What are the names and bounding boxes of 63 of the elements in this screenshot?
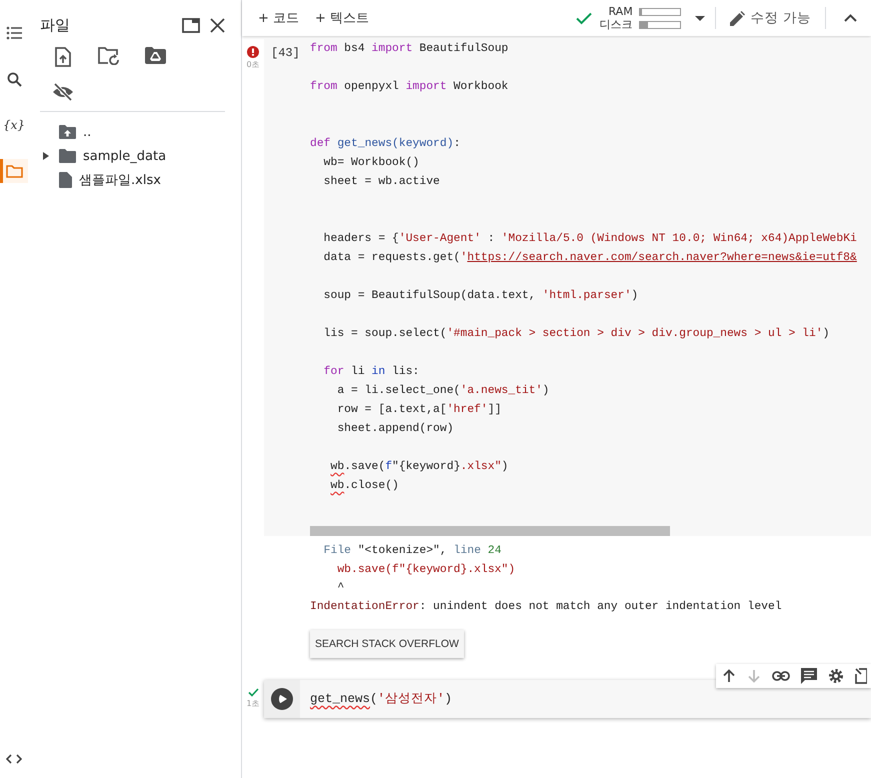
- code-line: from bs4 import BeautifulSoup: [310, 42, 510, 57]
- folder-up-icon: [59, 125, 76, 139]
- dropdown-caret-icon[interactable]: [694, 16, 705, 20]
- output-line: File "<tokenize>", line 24: [322, 544, 502, 559]
- variables-label: {x}: [2, 118, 26, 132]
- eye-off-icon[interactable]: [52, 83, 74, 101]
- table-of-contents-icon[interactable]: [6, 26, 22, 40]
- code-line: from openpyxl import Workbook: [310, 80, 510, 95]
- code-line: wb.close(): [330, 478, 400, 494]
- code-icon[interactable]: [6, 754, 22, 764]
- pencil-icon: [730, 10, 745, 26]
- file-name[interactable]: sample_data: [83, 148, 166, 164]
- code-line: soup = BeautifulSoup(data.text, 'html.parser'): [322, 288, 640, 304]
- folder-icon: [59, 149, 76, 163]
- panel-title: 파일: [40, 16, 71, 35]
- caret-icon[interactable]: [43, 152, 49, 160]
- ram-meter: [638, 8, 681, 16]
- drive-folder-icon[interactable]: [144, 47, 166, 64]
- execution-time: 0초: [246, 59, 260, 70]
- execution-time: 1초: [246, 698, 260, 709]
- disk-meter: [638, 20, 681, 28]
- scrollbar-thumb[interactable]: [310, 526, 670, 536]
- disk-label: 디스크: [600, 18, 633, 30]
- search-icon[interactable]: [6, 72, 22, 86]
- ram-label: RAM: [608, 6, 633, 18]
- code-line: def get_news(keyword):: [310, 136, 462, 152]
- code-line: wb= Workbook(): [322, 156, 420, 171]
- settings-icon[interactable]: [828, 668, 844, 684]
- execution-count: [43]: [270, 45, 301, 62]
- file-name[interactable]: ..: [83, 124, 92, 140]
- comment-icon[interactable]: [801, 668, 817, 684]
- code-line: headers = {'User-Agent' : 'Mozilla/5.0 (Windows NT 10.0; Win64; x64)AppleWebKi: [322, 232, 858, 247]
- chevron-up-icon[interactable]: [844, 14, 857, 22]
- folder-icon[interactable]: [6, 164, 22, 178]
- code-line: data = requests.get('https://search.naver.com/search.naver?where=news&ie=utf8&: [322, 250, 858, 266]
- window-icon[interactable]: [182, 18, 200, 33]
- close-icon[interactable]: [210, 18, 225, 33]
- code-line: lis = soup.select('#main_pack > section > div > div.group_news > ul > li'): [322, 326, 831, 342]
- play-icon: [271, 688, 293, 710]
- code-cell[interactable]: get_news('삼성전자'): [264, 680, 871, 718]
- code-line: sheet.append(row): [336, 422, 455, 437]
- output-line: wb.save(f"{keyword}.xlsx"): [336, 562, 516, 578]
- code-line: a = li.select_one('a.news_tit'): [336, 384, 550, 399]
- add-code-button[interactable]: + 코드: [252, 5, 306, 31]
- link-icon[interactable]: [772, 671, 790, 681]
- arrow-up-icon[interactable]: [722, 669, 736, 683]
- edit-mode-button[interactable]: 수정 가능: [726, 5, 815, 31]
- code-line: row = [a.text,a['href']]: [336, 402, 502, 418]
- run-button[interactable]: [264, 680, 300, 718]
- file-name[interactable]: 샘플파일.xlsx: [79, 171, 161, 189]
- code-line: get_news('삼성전자'): [310, 690, 452, 708]
- file-icon: [59, 172, 72, 188]
- output-line: ^: [336, 581, 346, 596]
- search-stack-overflow-button[interactable]: SEARCH STACK OVERFLOW: [310, 630, 464, 658]
- code-line: for li in lis:: [322, 364, 420, 380]
- window-icon[interactable]: [855, 668, 867, 684]
- folder-refresh-icon[interactable]: [98, 47, 120, 65]
- add-text-button[interactable]: + 텍스트: [309, 5, 376, 31]
- code-line: sheet = wb.active: [322, 174, 441, 190]
- file-upload-icon[interactable]: [55, 47, 71, 67]
- output-line: IndentationError: unindent does not match any outer indentation level: [310, 600, 783, 614]
- sidebar-tab[interactable]: {x}: [0, 113, 28, 137]
- code-line: wb.save(f"{keyword}.xlsx"): [330, 460, 510, 475]
